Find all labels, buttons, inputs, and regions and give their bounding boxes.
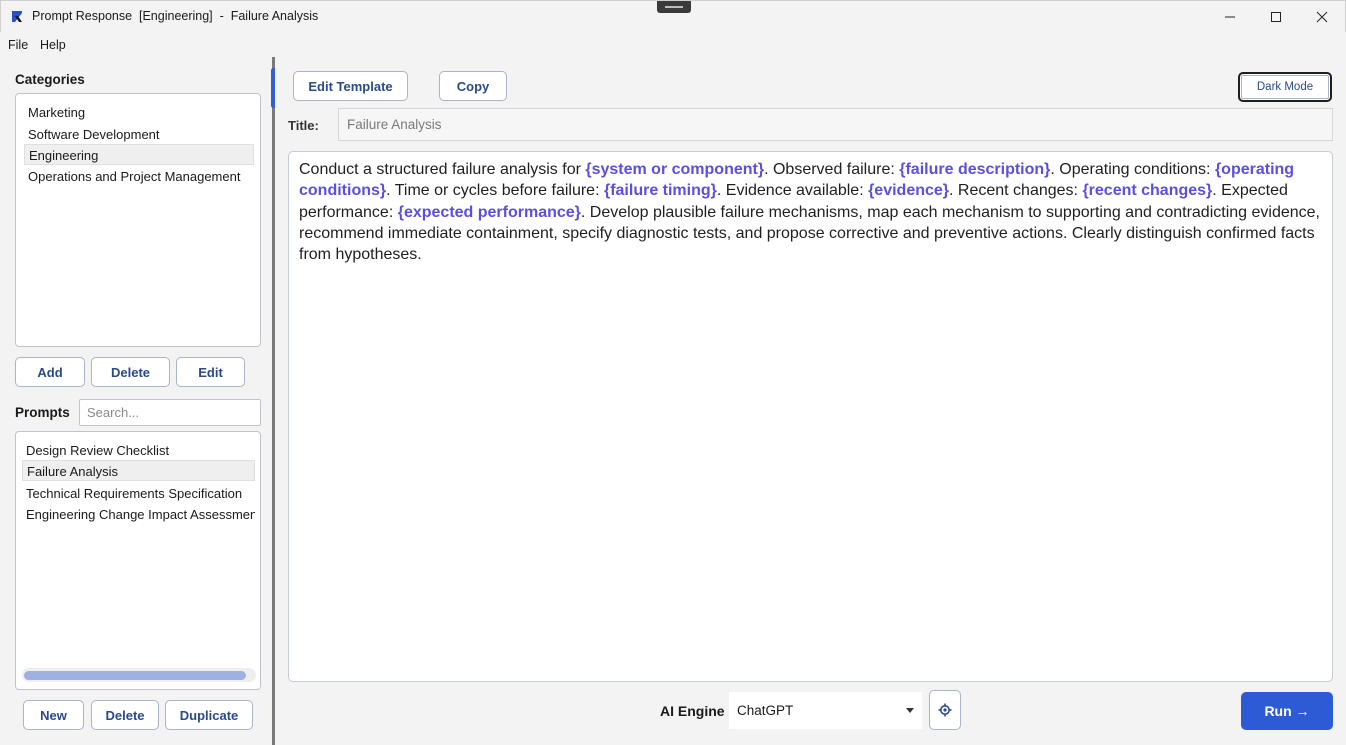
title-bar: Prompt Response [Engineering] - Failure … (0, 0, 1346, 32)
prompt-text: . Operating conditions: (1050, 161, 1215, 178)
edit-category-button[interactable]: Edit (176, 357, 245, 387)
template-variable: {expected performance} (397, 203, 581, 221)
template-variable: {failure timing} (603, 182, 717, 200)
app-icon (12, 11, 22, 22)
new-prompt-button[interactable]: New (23, 700, 84, 730)
prompt-text: . Observed failure: (764, 161, 900, 178)
run-button[interactable]: Run → (1241, 692, 1333, 730)
prompt-item-change-impact[interactable]: Engineering Change Impact Assessment (22, 504, 255, 525)
maximize-icon (1271, 11, 1281, 22)
prompts-horizontal-scrollbar[interactable] (22, 668, 256, 682)
maximize-button[interactable] (1253, 1, 1299, 32)
chevron-down-icon (906, 708, 914, 713)
template-variable: {evidence} (868, 182, 950, 200)
engine-settings-button[interactable] (929, 690, 961, 730)
window-grip-handle[interactable] (657, 1, 691, 13)
prompt-text: Conduct a structured failure analysis fo… (299, 161, 586, 178)
delete-category-button[interactable]: Delete (91, 357, 170, 387)
main-panel: Edit Template Copy Dark Mode Title: Fail… (275, 57, 1346, 745)
edit-template-button[interactable]: Edit Template (293, 71, 408, 101)
scrollbar-thumb[interactable] (24, 671, 246, 680)
prompt-item-technical-requirements[interactable]: Technical Requirements Specification (22, 483, 255, 504)
add-category-button[interactable]: Add (15, 357, 85, 387)
duplicate-prompt-button[interactable]: Duplicate (165, 700, 253, 730)
prompt-text: . Recent changes: (949, 182, 1083, 200)
window-title: Prompt Response [Engineering] - Failure … (32, 9, 319, 23)
delete-prompt-button[interactable]: Delete (91, 700, 159, 730)
prompt-item-failure-analysis[interactable]: Failure Analysis (22, 460, 255, 481)
categories-heading: Categories (15, 72, 85, 87)
template-variable: {failure description} (899, 161, 1051, 178)
prompts-heading: Prompts (15, 405, 70, 420)
prompts-list[interactable]: Design Review Checklist Failure Analysis… (15, 431, 261, 690)
prompt-search-input[interactable]: Search... (79, 399, 261, 426)
ai-engine-select[interactable]: ChatGPT (729, 692, 922, 729)
prompt-text: . Time or cycles before failure: (386, 182, 604, 200)
title-label: Title: (288, 118, 319, 133)
title-input[interactable]: Failure Analysis (338, 108, 1333, 141)
menu-bar: File Help (0, 32, 1346, 57)
prompt-item-design-review[interactable]: Design Review Checklist (22, 440, 255, 461)
template-variable: {recent changes} (1082, 182, 1213, 200)
prompt-text: . Evidence available: (716, 182, 869, 200)
ai-engine-selected: ChatGPT (737, 703, 794, 718)
prompt-editor[interactable]: Conduct a structured failure analysis fo… (288, 151, 1333, 682)
left-panel: Categories Marketing Software Developmen… (0, 57, 272, 745)
gear-icon (938, 703, 952, 717)
copy-button[interactable]: Copy (439, 71, 507, 101)
close-icon (1316, 11, 1328, 22)
menu-file[interactable]: File (8, 38, 28, 52)
dark-mode-button[interactable]: Dark Mode (1238, 72, 1332, 102)
close-button[interactable] (1299, 1, 1345, 32)
template-variable: {system or component} (585, 161, 765, 178)
category-item-operations[interactable]: Operations and Project Management (24, 166, 254, 187)
category-item-engineering[interactable]: Engineering (24, 144, 254, 165)
minimize-icon (1225, 16, 1235, 17)
minimize-button[interactable] (1207, 1, 1253, 32)
category-item-marketing[interactable]: Marketing (24, 102, 254, 123)
menu-help[interactable]: Help (40, 38, 66, 52)
ai-engine-label: AI Engine (660, 703, 725, 719)
category-item-software-development[interactable]: Software Development (24, 124, 254, 145)
categories-list[interactable]: Marketing Software Development Engineeri… (15, 93, 261, 347)
